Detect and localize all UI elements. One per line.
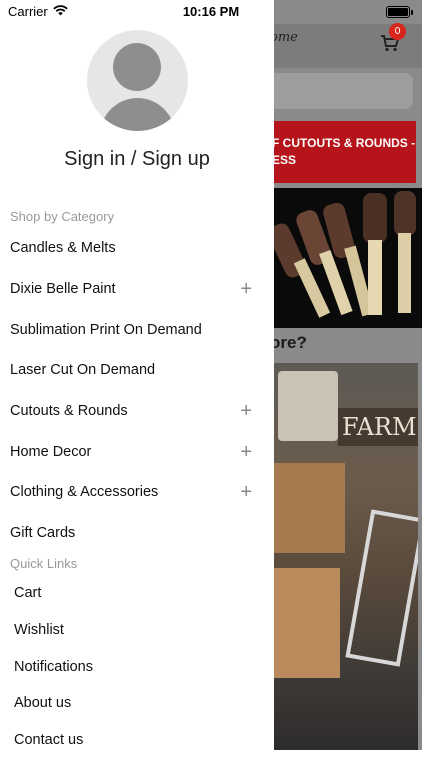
plus-icon[interactable]: +: [240, 279, 252, 299]
cart-count-badge: 0: [389, 23, 406, 40]
battery-level: [388, 8, 408, 16]
promo-banner-line1: F CUTOUTS & ROUNDS -: [272, 136, 416, 150]
category-item-label: Dixie Belle Paint: [10, 281, 116, 298]
store-logo: ome: [270, 30, 298, 45]
quick-link-item[interactable]: Notifications: [0, 648, 274, 685]
category-item[interactable]: Sublimation Print On Demand: [0, 309, 274, 350]
category-item[interactable]: Cutouts & Rounds +: [0, 391, 274, 432]
plus-icon[interactable]: +: [240, 401, 252, 421]
quick-link-item[interactable]: About us: [0, 685, 274, 722]
sign-in-link[interactable]: Sign in / Sign up: [0, 148, 274, 171]
category-item[interactable]: Clothing & Accessories +: [0, 472, 274, 513]
category-item[interactable]: Dixie Belle Paint +: [0, 269, 274, 310]
quick-link-item[interactable]: Wishlist: [0, 612, 274, 649]
user-avatar-icon[interactable]: [87, 30, 188, 131]
category-item-label: Cutouts & Rounds: [10, 403, 128, 420]
quick-link-item[interactable]: Cart: [0, 575, 274, 612]
category-item-label: Home Decor: [10, 443, 92, 460]
section-question-heading: ore?: [270, 333, 307, 352]
status-bar: Carrier 10:16 PM: [0, 0, 422, 24]
promo-banner-line2: ESS: [272, 153, 297, 167]
doormat: [270, 568, 340, 678]
avatar-head: [113, 43, 161, 91]
promo-banner[interactable]: F CUTOUTS & ROUNDS - ESS: [268, 121, 416, 183]
category-item[interactable]: Laser Cut On Demand: [0, 350, 274, 391]
category-item-label: Sublimation Print On Demand: [10, 321, 202, 338]
category-item-label: Gift Cards: [10, 525, 76, 542]
camper-sign: [278, 371, 338, 441]
paint-brushes-image[interactable]: [268, 188, 422, 328]
plus-icon[interactable]: +: [240, 482, 252, 502]
category-item-label: Clothing & Accessories: [10, 484, 159, 501]
navigation-drawer: Sign in / Sign up Shop by Category Candl…: [0, 0, 274, 750]
category-item[interactable]: Gift Cards: [0, 513, 274, 554]
doormat: [270, 463, 345, 553]
plus-icon[interactable]: +: [240, 442, 252, 462]
paint-brushes-graphic: [268, 191, 416, 318]
quick-links-label: Quick Links: [10, 556, 78, 571]
window-frame: [345, 509, 418, 667]
farm-sign: FARM: [338, 408, 418, 446]
search-bar[interactable]: [268, 73, 413, 109]
category-item-label: Candles & Melts: [10, 240, 116, 257]
shop-by-category-label: Shop by Category: [10, 209, 115, 224]
quick-links-list: Cart Wishlist Notifications About us Contact…: [0, 575, 274, 758]
category-item-label: Laser Cut On Demand: [10, 362, 156, 379]
store-display-image[interactable]: FARM: [268, 363, 418, 750]
battery-icon: [386, 6, 413, 18]
quick-link-item[interactable]: Contact us: [0, 722, 274, 758]
avatar-body: [100, 98, 175, 131]
category-item[interactable]: Home Decor +: [0, 431, 274, 472]
category-list: Candles & Melts Dixie Belle Paint + Sublima…: [0, 228, 274, 554]
category-item[interactable]: Candles & Melts: [0, 228, 274, 269]
clock: 10:16 PM: [182, 4, 240, 19]
